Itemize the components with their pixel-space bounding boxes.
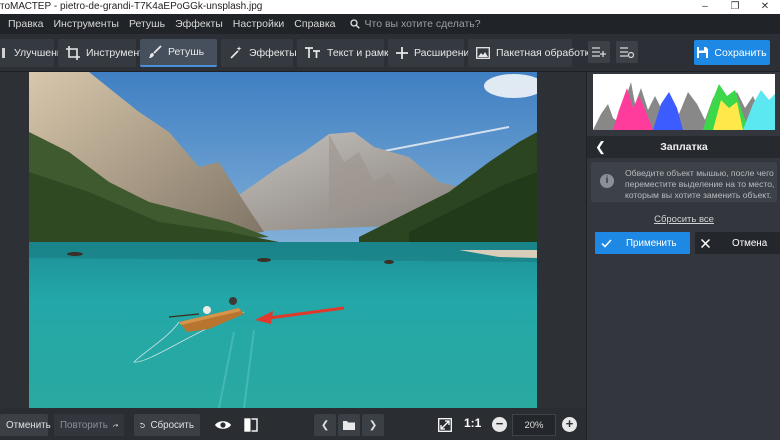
tab-label: Текст и рамки (327, 47, 395, 59)
menu-edit[interactable]: Правка (8, 18, 43, 30)
title-bar: тоМАСТЕР - pietro-de-grandi-T7K4aEPoGGk-… (0, 0, 780, 14)
tab-tools[interactable]: Инструменты (58, 39, 151, 67)
redo-button[interactable]: Повторить (54, 414, 124, 436)
save-label: Сохранить (714, 46, 767, 59)
menu-bar: Правка Инструменты Ретушь Эффекты Настро… (0, 14, 780, 34)
save-button[interactable]: Сохранить (694, 40, 770, 65)
undo-label: Отменить (6, 419, 51, 431)
reset-button[interactable]: Сбросить (134, 414, 200, 436)
apply-button[interactable]: Применить (595, 232, 690, 254)
zoom-out-icon[interactable]: − (492, 417, 507, 432)
enhance-icon (2, 48, 5, 58)
chevron-right-icon: ❯ (368, 419, 378, 431)
actual-size-button[interactable]: 1:1 (464, 416, 481, 430)
tab-enhancements[interactable]: Улучшения (0, 39, 68, 67)
sliders-icon (620, 47, 634, 58)
tab-extensions[interactable]: Расширения (388, 39, 475, 67)
tab-label: Эффекты (249, 47, 297, 59)
next-image-button[interactable]: ❯ (362, 414, 384, 436)
maximize-icon[interactable]: ❐ (720, 0, 750, 14)
tab-effects[interactable]: Эффекты (221, 39, 297, 67)
main-toolbar: Улучшения Инструменты Ретушь Эффекты Тек… (0, 34, 780, 72)
brush-icon (149, 45, 162, 58)
image-icon (476, 47, 490, 59)
crop-icon (66, 46, 80, 60)
minimize-icon[interactable]: – (690, 0, 720, 14)
reset-icon (140, 422, 145, 428)
menu-settings[interactable]: Настройки (233, 18, 285, 30)
window-title: тоМАСТЕР - pietro-de-grandi-T7K4aEPoGGk-… (0, 1, 263, 12)
reset-label: Сбросить (150, 419, 194, 431)
search-icon (349, 19, 360, 29)
prev-image-button[interactable]: ❮ (314, 414, 336, 436)
menu-tools[interactable]: Инструменты (53, 18, 118, 30)
tab-label: Ретушь (168, 46, 205, 58)
magic-wand-icon (230, 46, 242, 59)
batch-label: Пакетная обработка (496, 47, 596, 59)
search-placeholder: Что вы хотите сделать? (364, 18, 481, 30)
panel-title: Заплатка (660, 141, 708, 153)
menu-retouch[interactable]: Ретушь (129, 18, 165, 30)
check-icon (601, 238, 612, 248)
zoom-field[interactable]: 20% (512, 414, 556, 436)
close-icon (701, 238, 710, 248)
tab-text-frames[interactable]: Текст и рамки (297, 39, 395, 67)
panel-header: ❮ Заплатка (587, 136, 780, 158)
undo-button[interactable]: Отменить (0, 414, 51, 436)
menu-search[interactable]: Что вы хотите сделать? (349, 18, 481, 30)
batch-processing-button[interactable]: Пакетная обработка (468, 39, 595, 67)
plus-icon (396, 47, 408, 59)
right-panel: ❮ Заплатка i Обведите объект мышью, посл… (586, 72, 780, 440)
reset-all-link[interactable]: Сбросить все (587, 214, 780, 225)
hint-text: Обведите объект мышью, после чего переме… (625, 168, 775, 200)
apply-label: Применить (626, 237, 677, 249)
info-icon: i (600, 174, 614, 188)
preview-eye-icon[interactable] (212, 414, 234, 436)
menu-help[interactable]: Справка (294, 18, 335, 30)
tab-retouch[interactable]: Ретушь (140, 39, 217, 67)
close-icon[interactable]: ✕ (750, 0, 780, 14)
bottom-bar: Отменить Повторить Сбросить ❮ ❯ 1:1 − 20… (0, 408, 586, 440)
redo-icon (112, 423, 118, 427)
compare-settings-button[interactable] (588, 41, 610, 63)
photo-preview[interactable] (29, 72, 537, 408)
redo-label: Повторить (60, 419, 108, 431)
open-folder-button[interactable] (338, 414, 360, 436)
compare-split-icon[interactable] (240, 414, 262, 436)
fit-screen-icon[interactable] (434, 414, 456, 436)
back-arrow-icon[interactable]: ❮ (595, 140, 606, 153)
menu-effects[interactable]: Эффекты (175, 18, 223, 30)
tab-label: Расширения (414, 47, 476, 59)
folder-icon (343, 421, 355, 430)
zoom-in-icon[interactable]: + (562, 417, 577, 432)
chevron-left-icon: ❮ (320, 419, 330, 431)
hint-box: i Обведите объект мышью, после чего пере… (591, 162, 777, 202)
floppy-icon (697, 47, 709, 58)
sliders-add-icon (592, 47, 606, 57)
cancel-button[interactable]: Отмена (695, 232, 780, 254)
cancel-label: Отмена (732, 237, 768, 249)
preset-settings-button[interactable] (616, 41, 638, 63)
lake-mountain-photo (29, 72, 537, 408)
text-icon (305, 47, 320, 58)
histogram (593, 74, 775, 130)
canvas-area[interactable] (0, 72, 586, 408)
